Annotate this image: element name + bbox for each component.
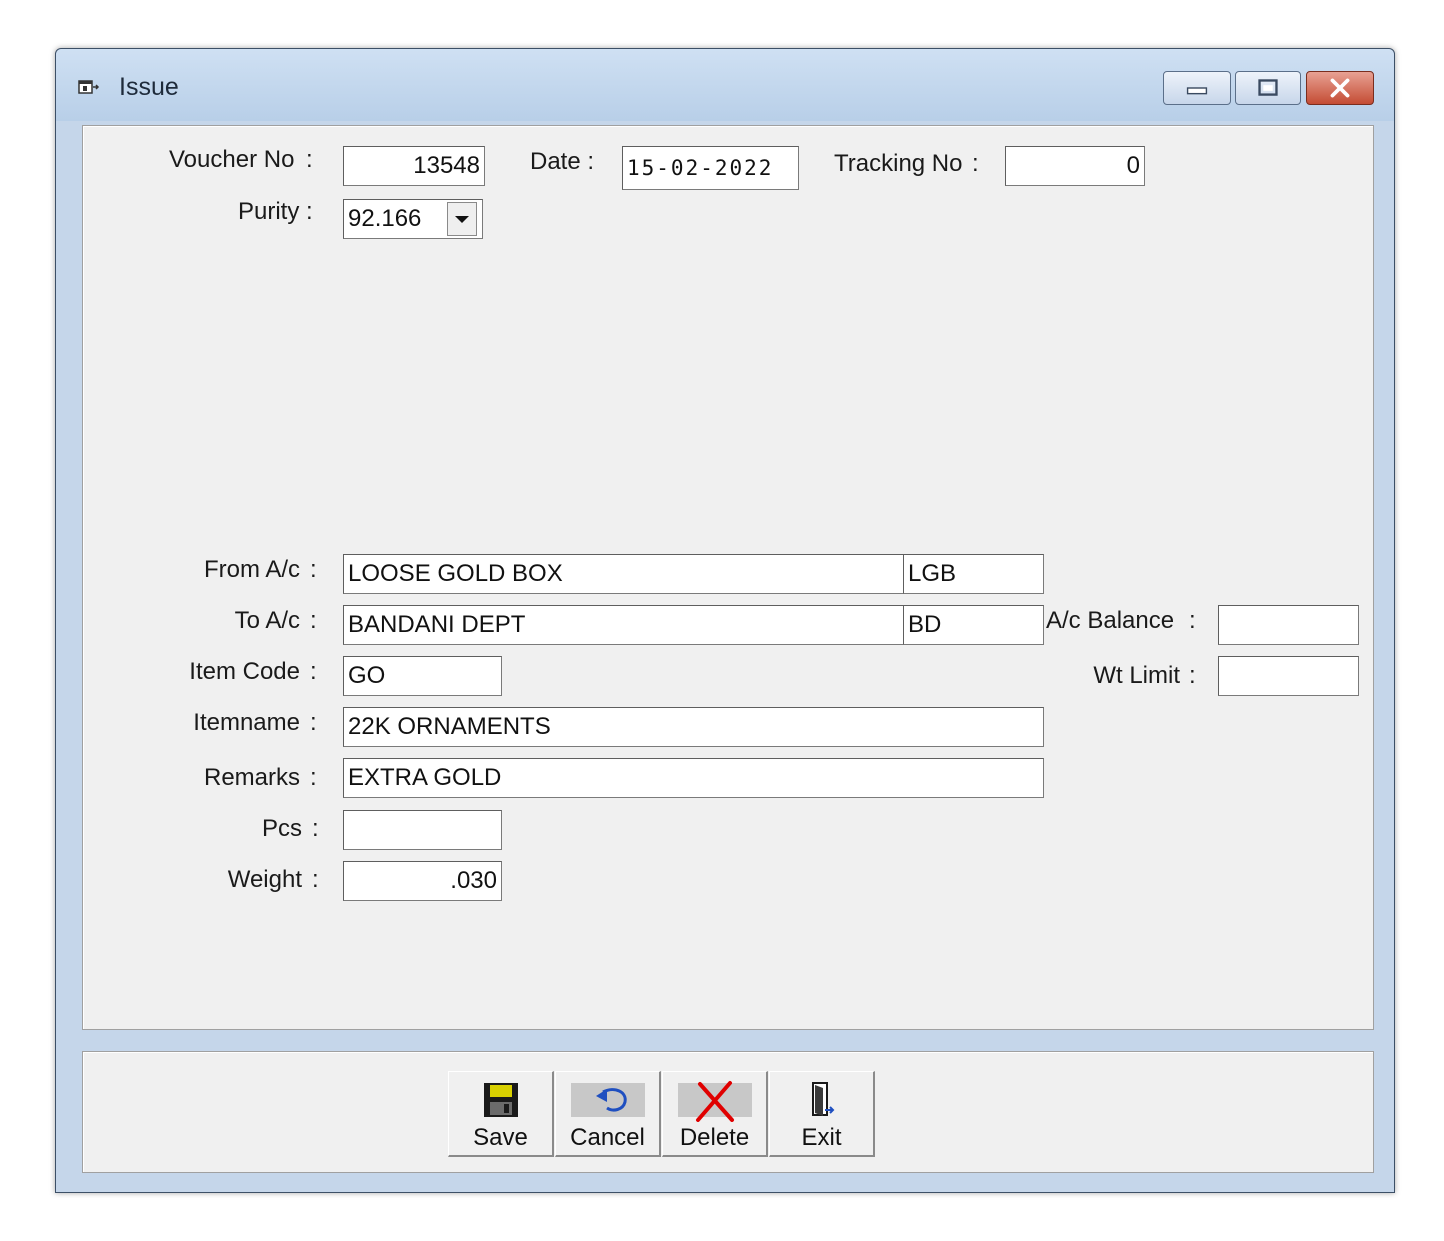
voucher-no-label: Voucher No: [169, 146, 295, 173]
weight-label: Weight: [227, 866, 302, 893]
window-title: Issue: [119, 73, 179, 101]
purity-selected-value: 92.166: [348, 205, 422, 232]
save-label: Save: [473, 1124, 528, 1151]
tracking-no-label: Tracking No: [834, 150, 963, 177]
undo-arrow-icon: [570, 1083, 645, 1117]
itemname-colon: :: [310, 709, 317, 736]
from-ac-name-input[interactable]: LOOSE GOLD BOX: [343, 554, 905, 594]
wt-limit-input[interactable]: [1218, 656, 1359, 696]
remarks-colon: :: [310, 764, 317, 791]
purity-colon: :: [306, 198, 313, 225]
maximize-icon: [1258, 79, 1278, 96]
tracking-no-colon: :: [972, 150, 979, 177]
purity-dropdown-button[interactable]: [447, 202, 477, 236]
close-icon: [1330, 78, 1350, 98]
to-ac-code-input[interactable]: BD: [903, 605, 1044, 645]
voucher-no-input[interactable]: 13548: [343, 146, 485, 186]
exit-label: Exit: [801, 1124, 842, 1151]
itemname-label: Itemname: [193, 709, 300, 736]
purity-label: Purity: [238, 198, 300, 225]
wt-limit-colon: :: [1189, 662, 1196, 689]
chevron-down-icon: [455, 216, 469, 223]
pcs-label: Pcs: [261, 815, 302, 842]
from-ac-colon: :: [310, 556, 317, 583]
title-bar[interactable]: Issue: [56, 49, 1394, 121]
cancel-button[interactable]: Cancel: [555, 1071, 661, 1157]
maximize-button[interactable]: [1235, 71, 1301, 105]
remarks-label: Remarks: [203, 764, 300, 791]
ac-balance-label: A/c Balance: [1046, 607, 1175, 634]
remarks-input[interactable]: EXTRA GOLD: [343, 758, 1044, 798]
to-ac-label: To A/c: [234, 607, 300, 634]
floppy-disk-icon: [483, 1083, 518, 1117]
form-window-icon: [78, 80, 100, 94]
door-exit-icon: [811, 1082, 834, 1116]
voucher-no-colon: :: [306, 146, 313, 173]
to-ac-colon: :: [310, 607, 317, 634]
save-button[interactable]: Save: [448, 1071, 554, 1157]
to-ac-name-input[interactable]: BANDANI DEPT: [343, 605, 905, 645]
red-x-icon: [677, 1081, 752, 1122]
tracking-no-input[interactable]: 0: [1005, 146, 1145, 186]
ac-balance-input[interactable]: [1218, 605, 1359, 645]
delete-label: Delete: [679, 1124, 750, 1151]
pcs-colon: :: [312, 815, 319, 842]
cancel-label: Cancel: [570, 1124, 645, 1151]
from-ac-code-input[interactable]: LGB: [903, 554, 1044, 594]
close-button[interactable]: [1306, 71, 1374, 105]
pcs-input[interactable]: [343, 810, 502, 850]
exit-button[interactable]: Exit: [769, 1071, 875, 1157]
delete-button[interactable]: Delete: [662, 1071, 768, 1157]
weight-input[interactable]: .030: [343, 861, 502, 901]
item-code-input[interactable]: GO: [343, 656, 502, 696]
item-code-colon: :: [310, 658, 317, 685]
ac-balance-colon: :: [1189, 607, 1196, 634]
minimize-button[interactable]: [1163, 71, 1231, 105]
weight-colon: :: [312, 866, 319, 893]
date-input[interactable]: 15-02-2022: [622, 146, 799, 190]
wt-limit-label: Wt Limit: [1093, 662, 1180, 689]
itemname-input[interactable]: 22K ORNAMENTS: [343, 707, 1044, 747]
date-label: Date :: [530, 148, 595, 175]
minimize-icon: [1186, 87, 1208, 95]
item-code-label: Item Code: [189, 658, 300, 685]
from-ac-label: From A/c: [203, 556, 300, 583]
